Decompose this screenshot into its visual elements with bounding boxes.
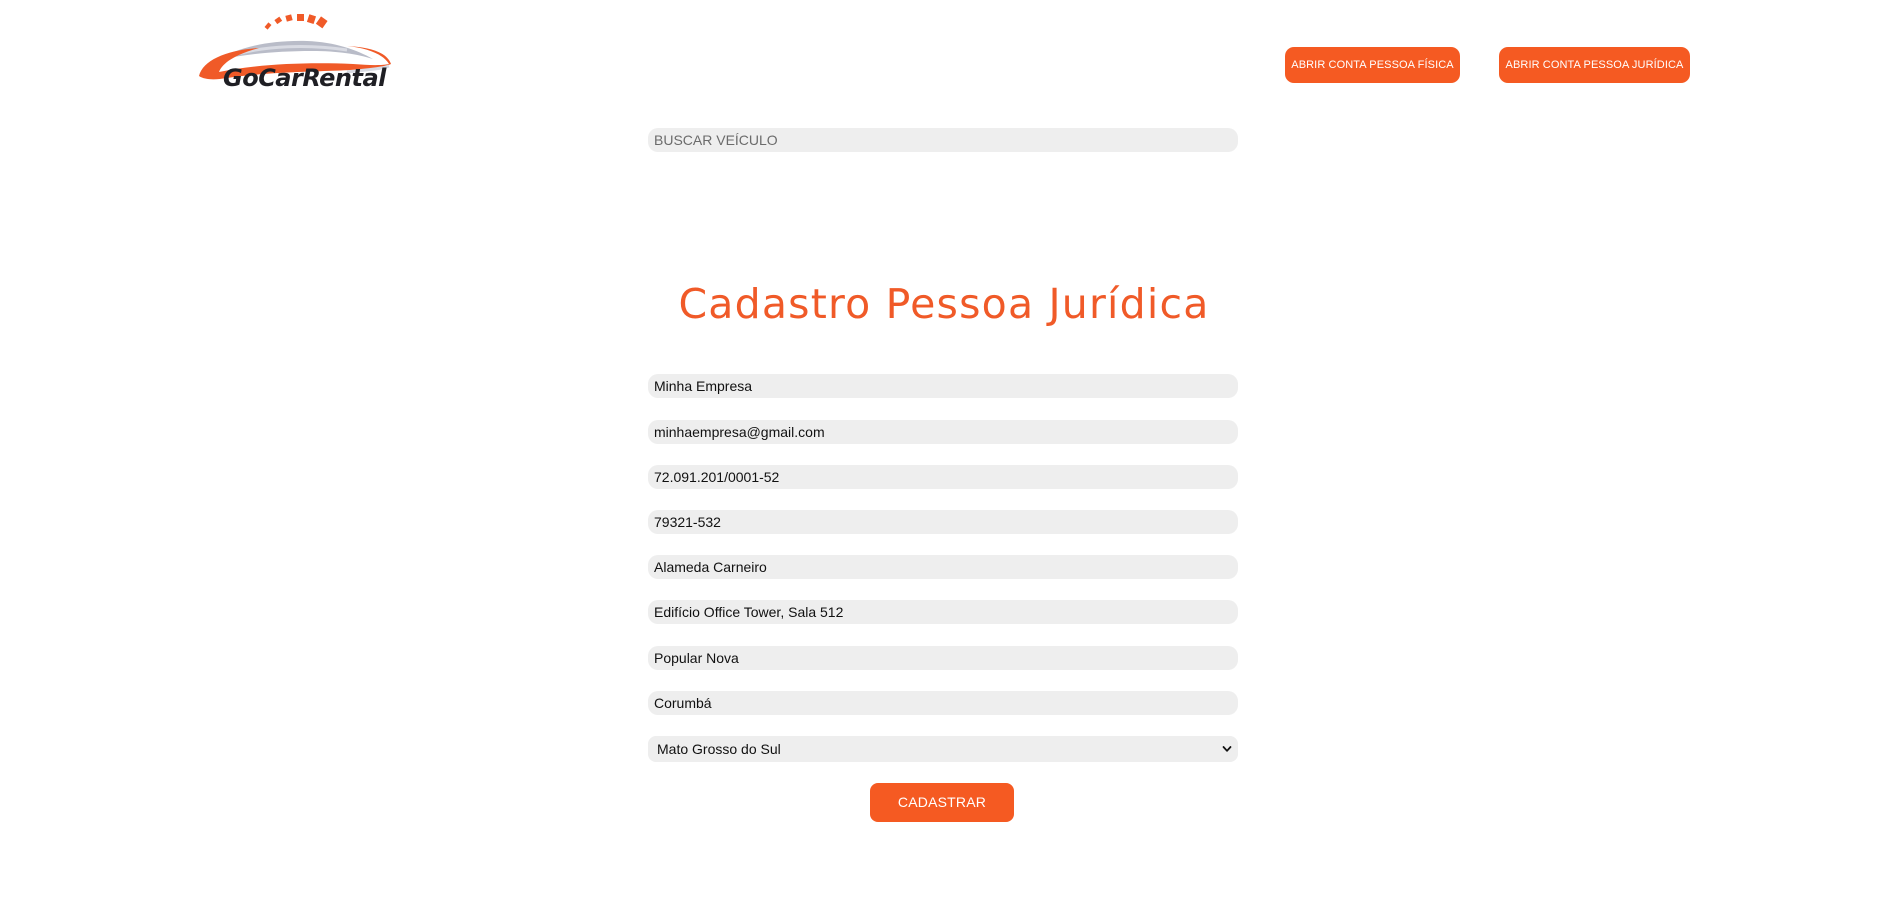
cep-field[interactable] <box>648 510 1238 534</box>
gocarrental-logo[interactable]: GoCarRental <box>197 14 391 96</box>
street-field[interactable] <box>648 555 1238 579</box>
company-name-field[interactable] <box>648 374 1238 398</box>
state-select-value: Mato Grosso do Sul <box>657 741 781 757</box>
complement-field[interactable] <box>648 600 1238 624</box>
open-account-individual-button[interactable]: ABRIR CONTA PESSOA FÍSICA <box>1285 47 1460 83</box>
state-select[interactable]: Mato Grosso do Sul <box>648 736 1238 762</box>
vehicle-search-input[interactable] <box>648 128 1238 152</box>
chevron-down-icon <box>1222 746 1232 752</box>
email-field[interactable] <box>648 420 1238 444</box>
register-button[interactable]: CADASTRAR <box>870 783 1014 822</box>
cnpj-field[interactable] <box>648 465 1238 489</box>
logo-text: GoCarRental <box>223 64 386 92</box>
neighborhood-field[interactable] <box>648 646 1238 670</box>
city-field[interactable] <box>648 691 1238 715</box>
page-title: Cadastro Pessoa Jurídica <box>678 280 1210 328</box>
open-account-company-button[interactable]: ABRIR CONTA PESSOA JURÍDICA <box>1499 47 1690 83</box>
page: GoCarRental ABRIR CONTA PESSOA FÍSICA AB… <box>0 0 1888 901</box>
